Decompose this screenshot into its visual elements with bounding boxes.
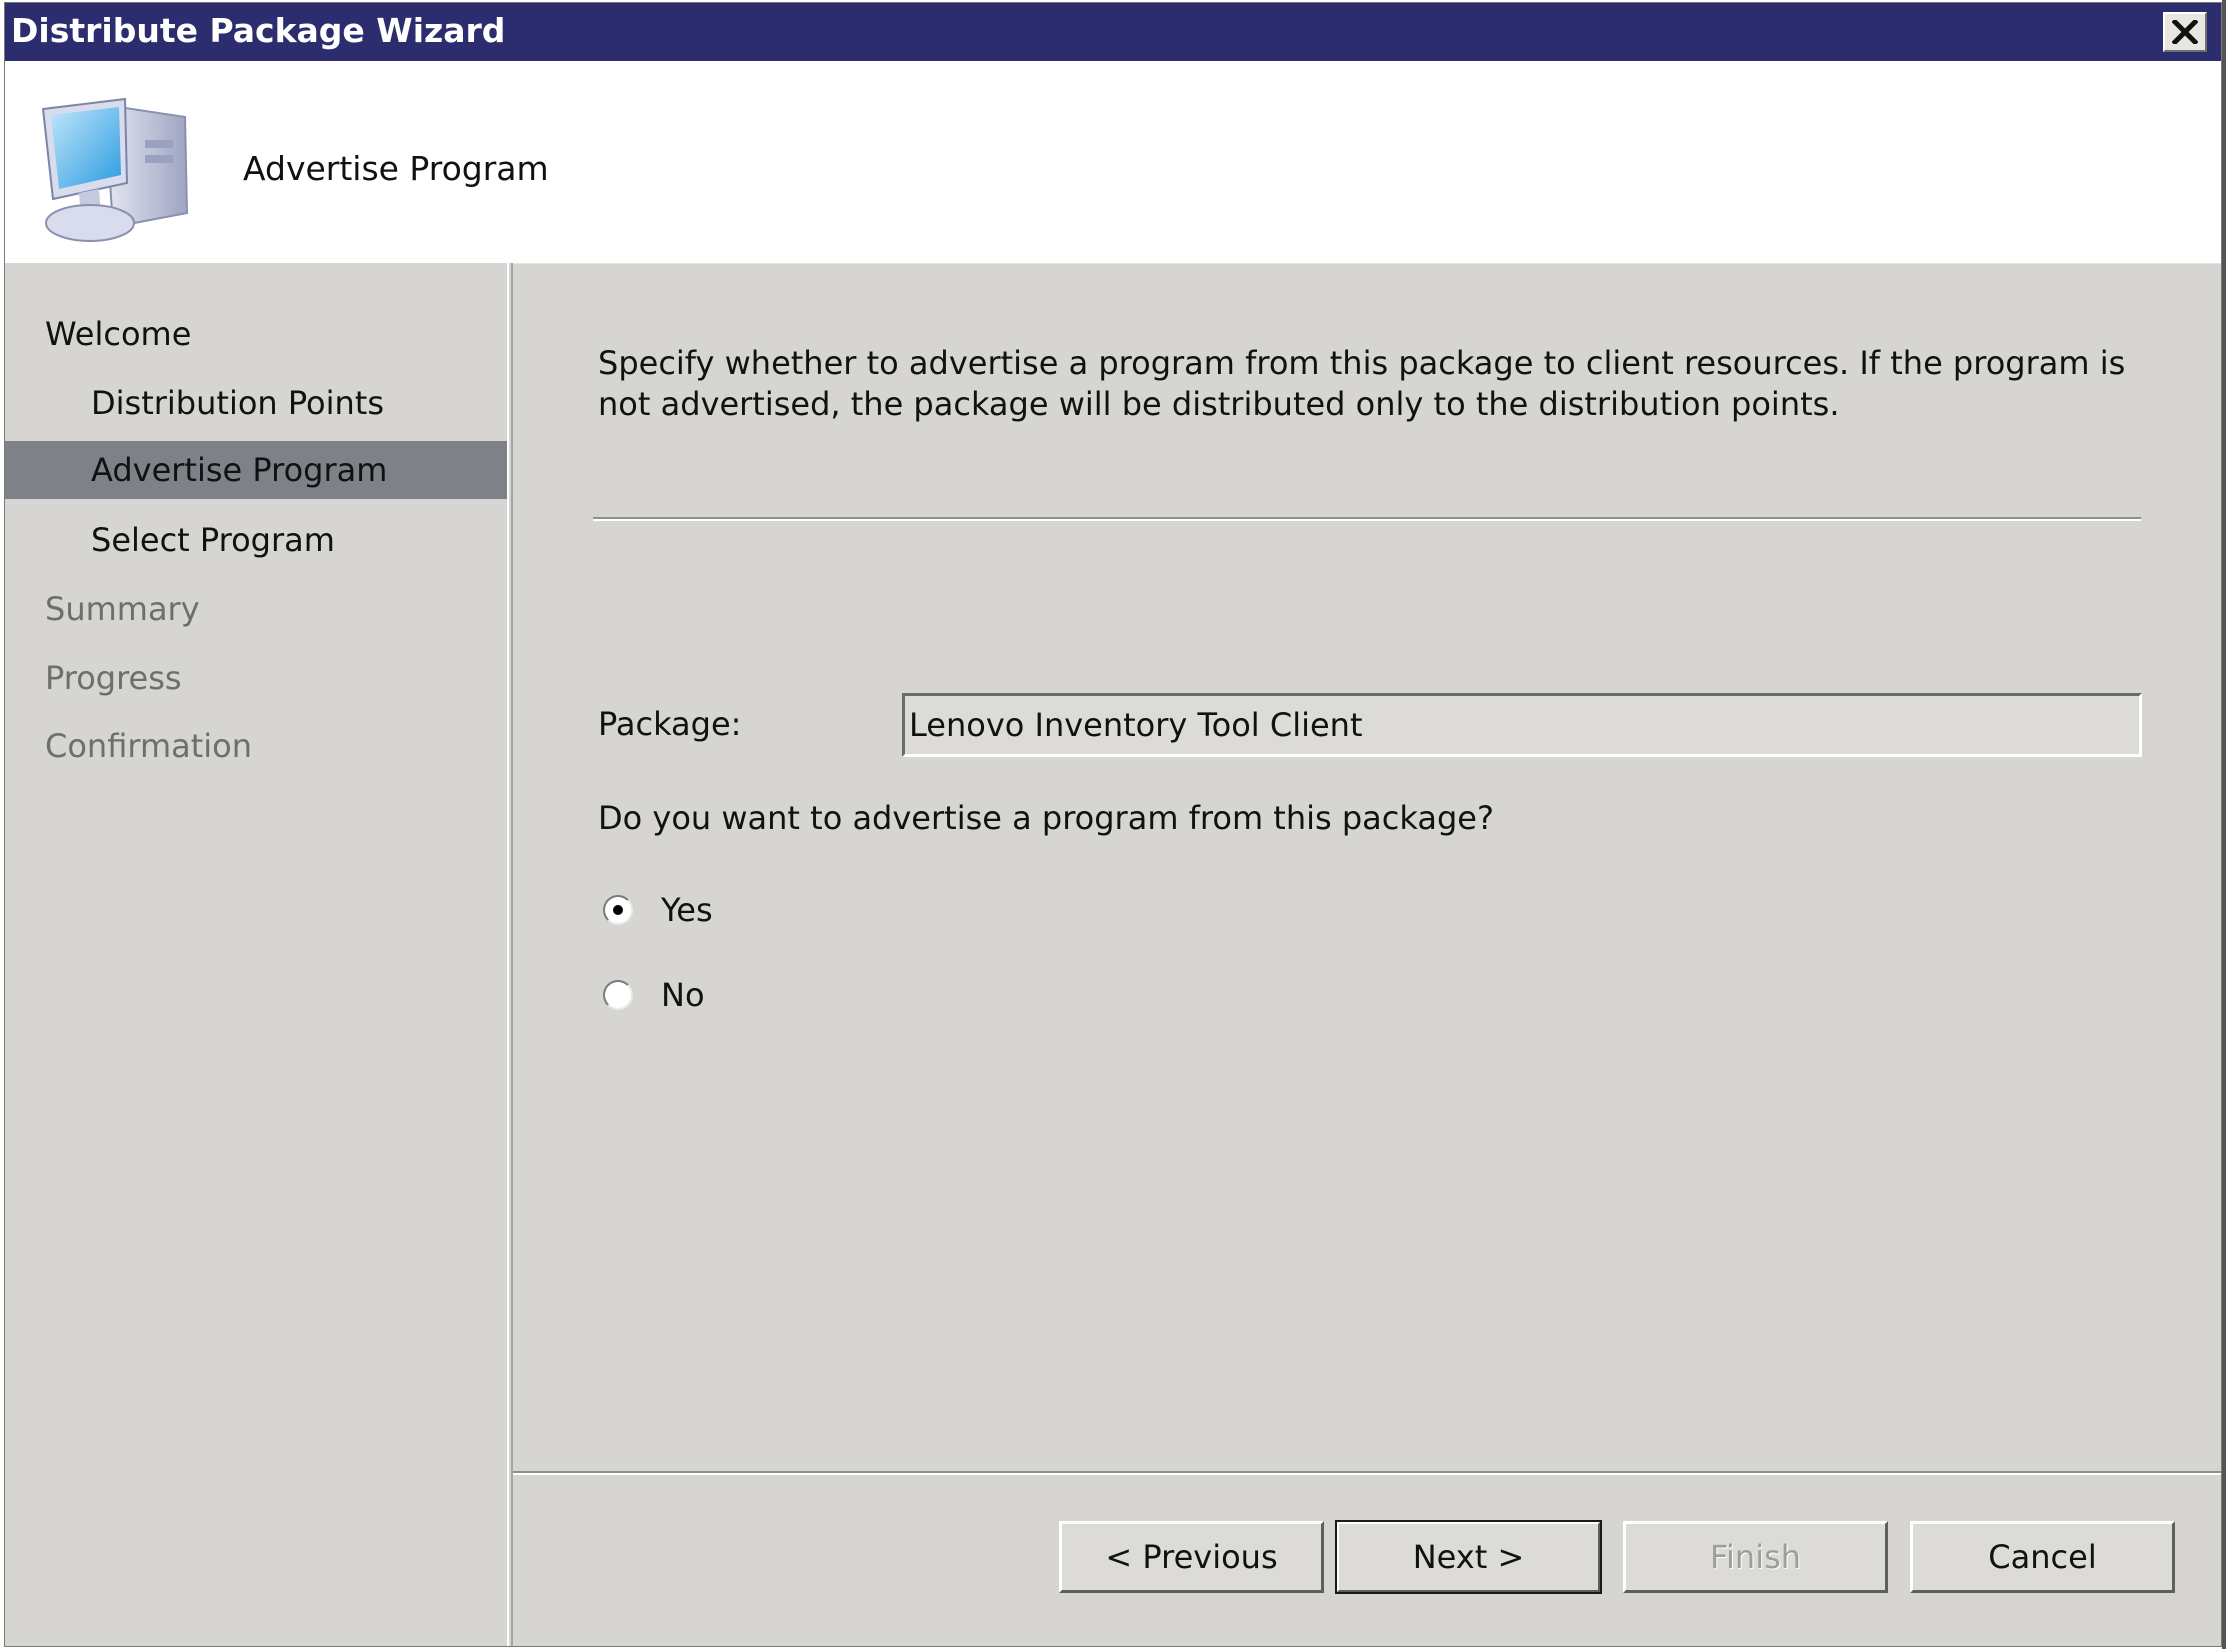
step-summary: Summary <box>45 590 200 628</box>
title-bar[interactable]: Distribute Package Wizard <box>5 3 2221 61</box>
footer-separator <box>513 1471 2221 1475</box>
next-button[interactable]: Next > <box>1335 1520 1602 1594</box>
step-advertise-program[interactable]: Advertise Program <box>5 441 507 499</box>
description-text: Specify whether to advertise a program f… <box>598 344 2126 423</box>
advertise-question: Do you want to advertise a program from … <box>598 799 1494 837</box>
page-title: Advertise Program <box>243 149 549 188</box>
computer-icon <box>41 97 189 242</box>
radio-no[interactable]: No <box>603 970 705 1020</box>
content-separator <box>593 517 2141 521</box>
package-field[interactable]: Lenovo Inventory Tool Client <box>902 693 2142 757</box>
close-icon <box>2172 20 2198 44</box>
wizard-content: Specify whether to advertise a program f… <box>513 263 2221 1646</box>
radio-selected-dot <box>613 905 623 915</box>
radio-no-label: No <box>661 976 705 1014</box>
step-select-program[interactable]: Select Program <box>5 511 507 569</box>
wizard-header: Advertise Program <box>5 61 2221 264</box>
radio-yes-button[interactable] <box>603 895 633 925</box>
window-title: Distribute Package Wizard <box>11 11 506 50</box>
package-label: Package: <box>598 705 742 743</box>
finish-button: Finish <box>1623 1521 1888 1593</box>
step-confirmation: Confirmation <box>45 727 253 765</box>
step-distribution-points[interactable]: Distribution Points <box>5 374 507 432</box>
window-edge <box>2222 0 2226 1649</box>
step-progress: Progress <box>45 659 182 697</box>
step-welcome[interactable]: Welcome <box>5 305 507 363</box>
cancel-button[interactable]: Cancel <box>1910 1521 2175 1593</box>
previous-button[interactable]: < Previous <box>1059 1521 1324 1593</box>
radio-yes-label: Yes <box>661 891 713 929</box>
wizard-steps: Welcome Distribution Points Advertise Pr… <box>5 263 507 1646</box>
radio-yes[interactable]: Yes <box>603 885 713 935</box>
wizard-window: Distribute Package Wizard Advertise Prog… <box>4 2 2222 1647</box>
close-button[interactable] <box>2163 12 2207 52</box>
radio-no-button[interactable] <box>603 980 633 1010</box>
